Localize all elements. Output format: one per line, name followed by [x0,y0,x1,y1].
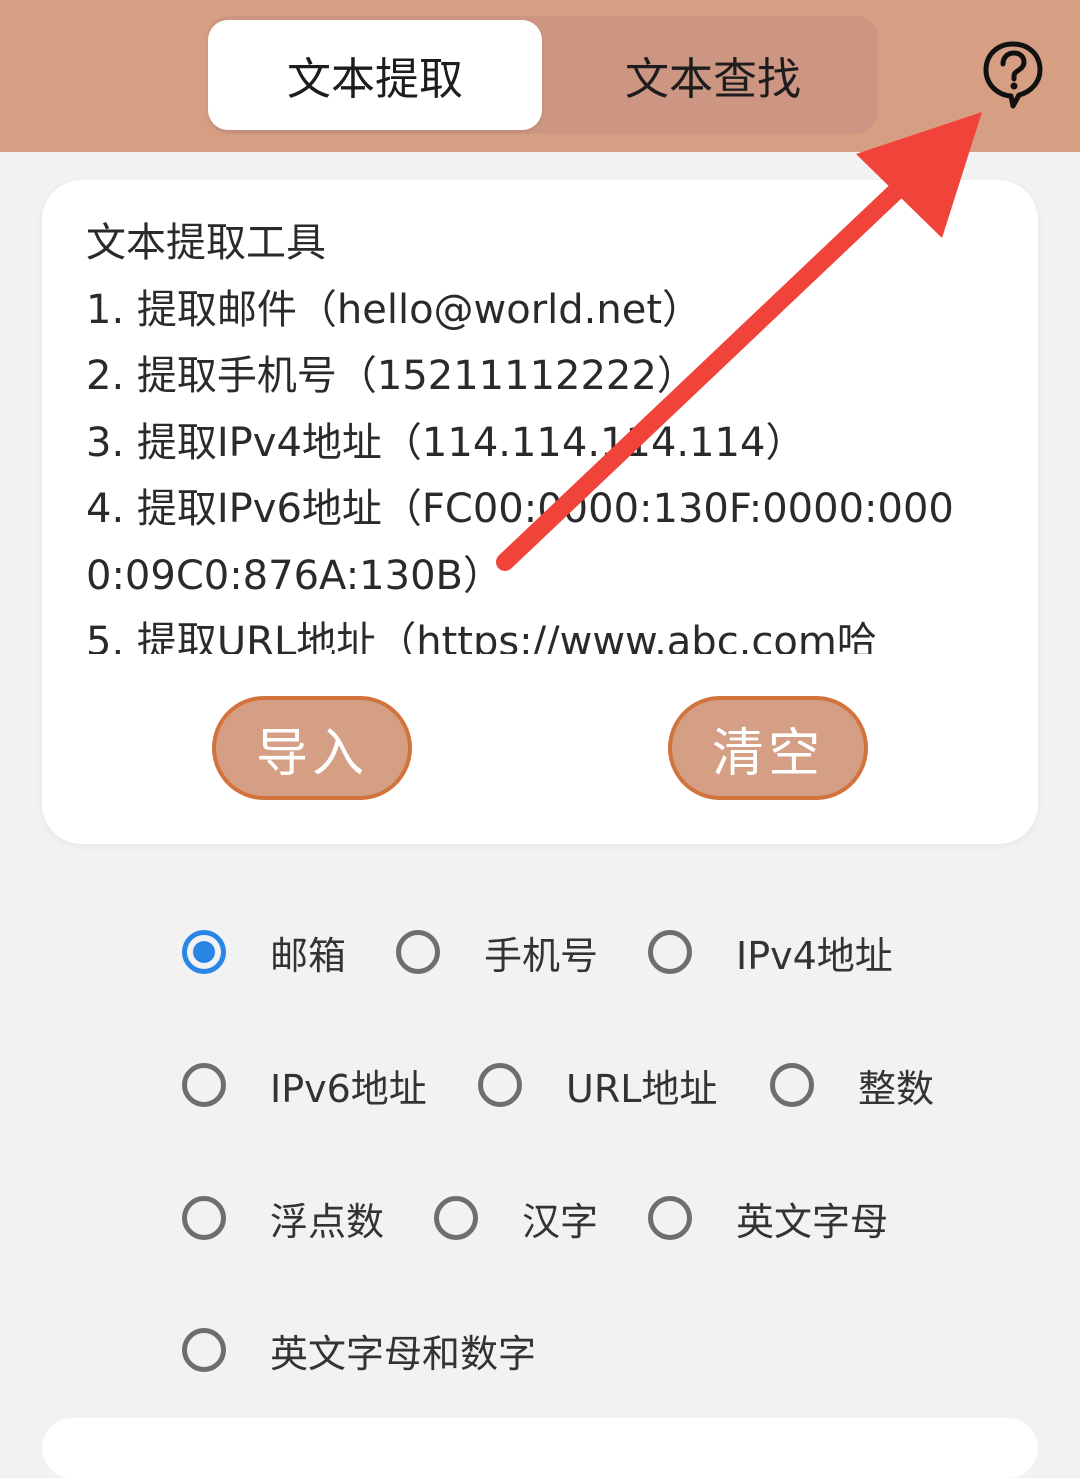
option-label: 英文字母 [736,1199,889,1244]
option-float[interactable]: 浮点数 [182,1188,384,1248]
tab-text-search[interactable]: 文本查找 [548,20,878,130]
radio-button[interactable] [648,930,692,974]
radio-button[interactable] [396,930,440,974]
option-ipv4[interactable]: IPv4地址 [648,922,893,982]
import-button[interactable]: 导入 [212,696,412,800]
option-email[interactable]: 邮箱 [182,922,346,982]
help-circle-icon [983,41,1043,109]
option-chinese[interactable]: 汉字 [434,1188,598,1248]
tab-switcher: 文本提取 文本查找 [208,16,878,134]
option-letters[interactable]: 英文字母 [648,1188,888,1248]
clear-button[interactable]: 清空 [668,696,868,800]
option-alphanumeric[interactable]: 英文字母和数字 [182,1320,536,1380]
radio-button[interactable] [434,1196,478,1240]
top-header: 文本提取 文本查找 [0,0,1080,152]
option-integer[interactable]: 整数 [770,1055,934,1115]
text-input-area[interactable]: 文本提取工具 1. 提取邮件（hello@world.net） 2. 提取手机号… [86,210,986,654]
option-label: 浮点数 [270,1199,385,1244]
option-label: IPv6地址 [270,1066,427,1111]
radio-button[interactable] [182,1328,226,1372]
radio-button-checked[interactable] [182,930,226,974]
option-label: 整数 [858,1066,935,1111]
option-label: 英文字母和数字 [270,1331,537,1376]
radio-button[interactable] [182,1196,226,1240]
option-url[interactable]: URL地址 [478,1055,717,1115]
radio-button[interactable] [648,1196,692,1240]
radio-button[interactable] [478,1063,522,1107]
text-input-card: 文本提取工具 1. 提取邮件（hello@world.net） 2. 提取手机号… [42,180,1038,844]
option-label: 汉字 [522,1199,599,1244]
help-button[interactable] [980,38,1046,110]
option-label: URL地址 [566,1066,718,1111]
tab-text-extract[interactable]: 文本提取 [208,20,542,130]
option-label: 邮箱 [270,933,347,978]
option-phone[interactable]: 手机号 [396,922,598,982]
extract-type-options: 邮箱 手机号 IPv4地址 IPv6地址 URL地址 整数 浮点数 汉字 英文字… [0,870,1080,1400]
result-card [42,1418,1038,1478]
option-label: 手机号 [484,933,599,978]
radio-button[interactable] [770,1063,814,1107]
option-label: IPv4地址 [736,933,893,978]
radio-button[interactable] [182,1063,226,1107]
option-ipv6[interactable]: IPv6地址 [182,1055,427,1115]
